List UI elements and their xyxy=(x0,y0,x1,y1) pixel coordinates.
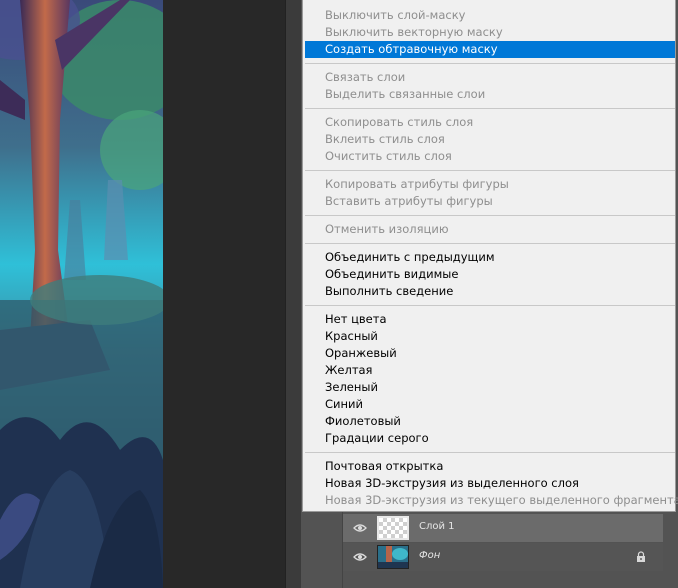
menu-item-disable-layer-mask[interactable]: Выключить слой-маску xyxy=(305,7,675,24)
menu-item-release-isolation[interactable]: Отменить изоляцию xyxy=(305,221,675,238)
menu-item-color-green[interactable]: Зеленый xyxy=(305,379,675,396)
pasteboard xyxy=(163,0,285,588)
eye-icon[interactable] xyxy=(353,550,367,564)
lock-icon[interactable] xyxy=(635,551,647,563)
layer-row-layer1[interactable]: Слой 1 xyxy=(343,514,663,542)
menu-separator xyxy=(305,108,675,109)
panel-collapse-strip xyxy=(285,0,302,588)
context-menu: Выключить слой-маску Выключить векторную… xyxy=(302,0,678,512)
menu-separator xyxy=(305,452,675,453)
menu-separator xyxy=(305,305,675,306)
menu-item-color-none[interactable]: Нет цвета xyxy=(305,311,675,328)
layer-row-background[interactable]: Фон xyxy=(343,543,663,571)
menu-item-postcard[interactable]: Почтовая открытка xyxy=(305,458,675,475)
menu-item-color-gray[interactable]: Градации серого xyxy=(305,430,675,447)
menu-item-merge-visible[interactable]: Объединить видимые xyxy=(305,266,675,283)
menu-item-3d-extrusion-selection[interactable]: Новая 3D-экструзия из текущего выделенно… xyxy=(305,492,678,509)
menu-item-paste-shape-attributes[interactable]: Вставить атрибуты фигуры xyxy=(305,193,675,210)
layer-thumbnail-image xyxy=(377,545,409,569)
menu-item-copy-shape-attributes[interactable]: Копировать атрибуты фигуры xyxy=(305,176,675,193)
menu-separator xyxy=(305,215,675,216)
menu-item-link-layers[interactable]: Связать слои xyxy=(305,69,675,86)
menu-item-merge-down[interactable]: Объединить с предыдущим xyxy=(305,249,675,266)
menu-item-color-violet[interactable]: Фиолетовый xyxy=(305,413,675,430)
menu-separator xyxy=(305,63,675,64)
menu-item-color-blue[interactable]: Синий xyxy=(305,396,675,413)
menu-item-clear-layer-style[interactable]: Очистить стиль слоя xyxy=(305,148,675,165)
menu-item-color-red[interactable]: Красный xyxy=(305,328,675,345)
menu-item-color-orange[interactable]: Оранжевый xyxy=(305,345,675,362)
layer-thumbnail-transparent xyxy=(377,516,409,540)
menu-separator xyxy=(305,243,675,244)
layer-name: Слой 1 xyxy=(419,521,455,532)
menu-separator xyxy=(305,170,675,171)
menu-item-color-yellow[interactable]: Желтая xyxy=(305,362,675,379)
eye-icon[interactable] xyxy=(353,521,367,535)
layer-name: Фон xyxy=(419,550,441,561)
canvas-artwork[interactable] xyxy=(0,0,163,588)
menu-item-disable-vector-mask[interactable]: Выключить векторную маску xyxy=(305,24,675,41)
menu-item-select-linked-layers[interactable]: Выделить связанные слои xyxy=(305,86,675,103)
menu-item-flatten-image[interactable]: Выполнить сведение xyxy=(305,283,675,300)
menu-item-3d-extrusion-selected-layer[interactable]: Новая 3D-экструзия из выделенного слоя xyxy=(305,475,675,492)
forest-illustration xyxy=(0,0,163,588)
menu-item-paste-layer-style[interactable]: Вклеить стиль слоя xyxy=(305,131,675,148)
menu-item-copy-layer-style[interactable]: Скопировать стиль слоя xyxy=(305,114,675,131)
menu-item-create-clipping-mask[interactable]: Создать обтравочную маску xyxy=(305,41,675,58)
